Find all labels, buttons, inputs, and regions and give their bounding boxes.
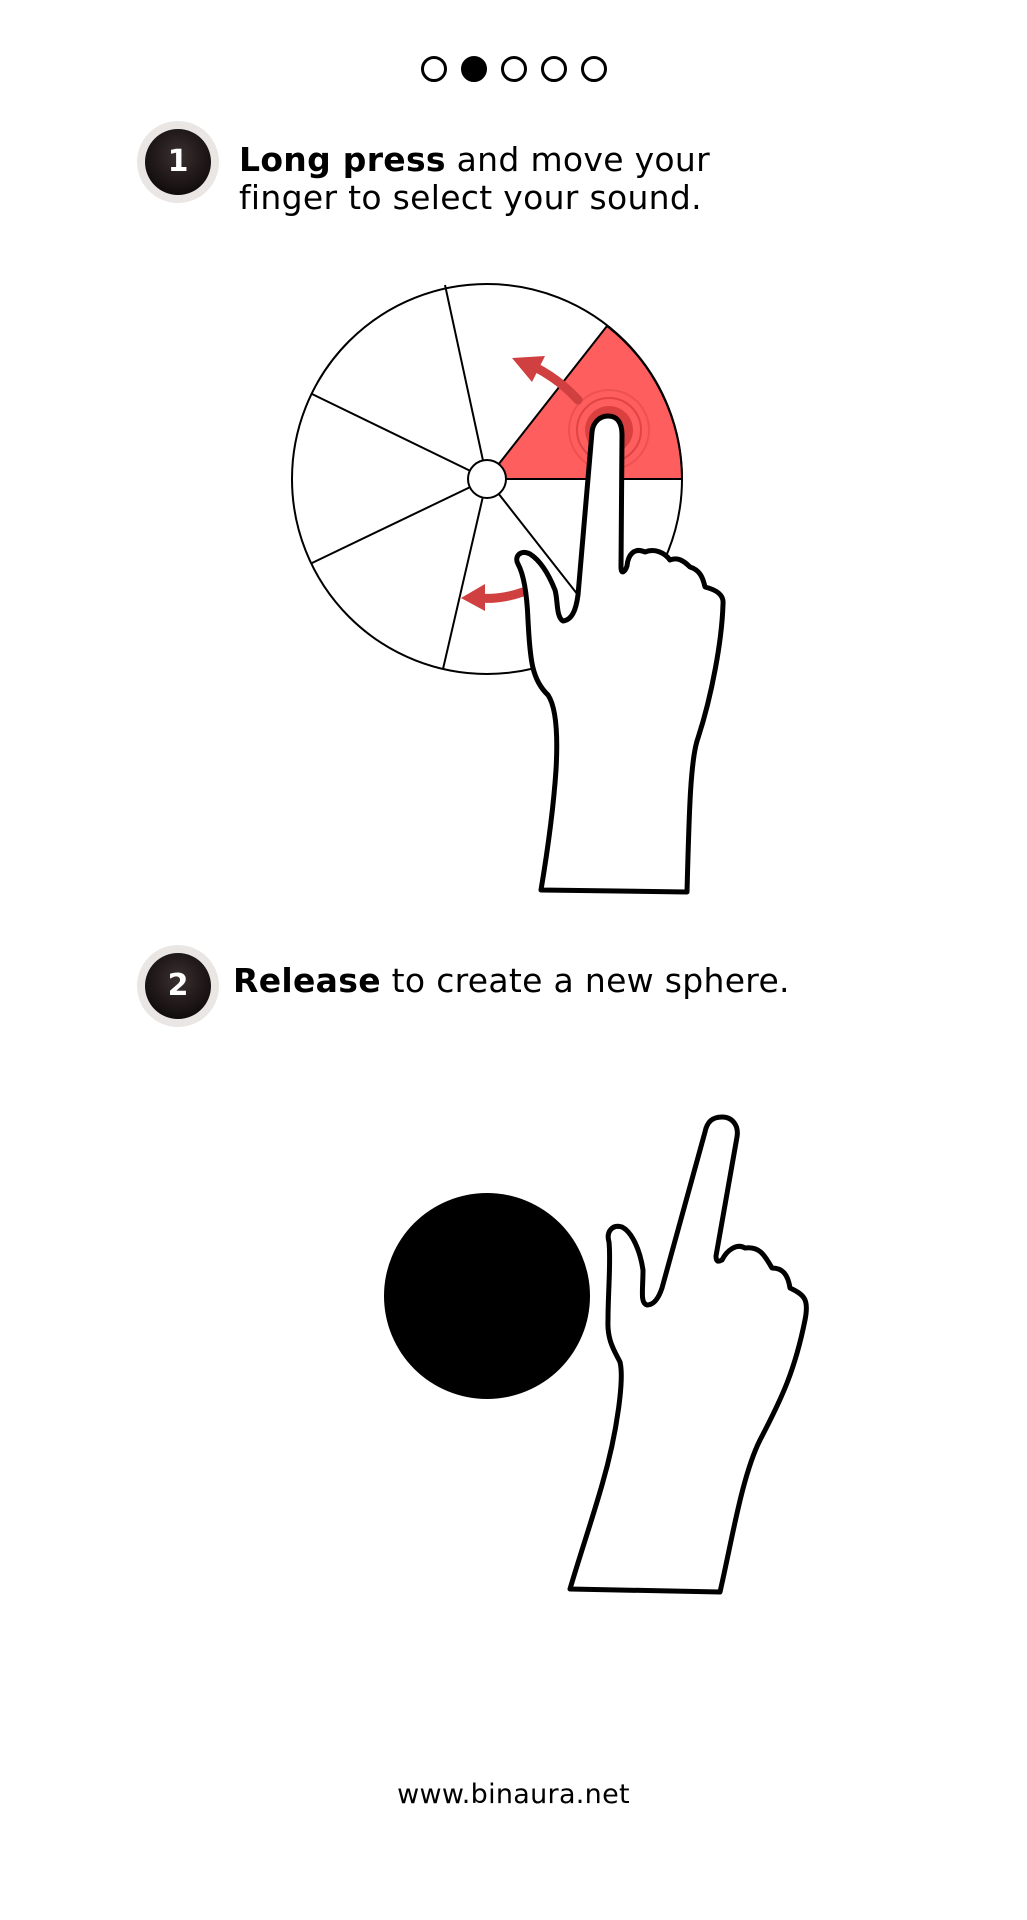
release-illustration xyxy=(384,1114,809,1595)
sound-selection-wheel-illustration xyxy=(291,283,726,895)
footer-url[interactable]: www.binaura.net xyxy=(0,1779,1027,1810)
releasing-hand-icon xyxy=(567,1114,809,1595)
step-2-number: 2 xyxy=(145,953,211,1019)
step-2-instruction: Release to create a new sphere. xyxy=(233,962,790,1000)
sphere-icon xyxy=(384,1193,590,1399)
step-2-line1: Release to create a new sphere. xyxy=(233,962,790,1000)
step-2-rest: to create a new sphere. xyxy=(380,961,790,1000)
step-2-badge: 2 xyxy=(137,945,219,1027)
step-2-bold: Release xyxy=(233,961,381,1000)
